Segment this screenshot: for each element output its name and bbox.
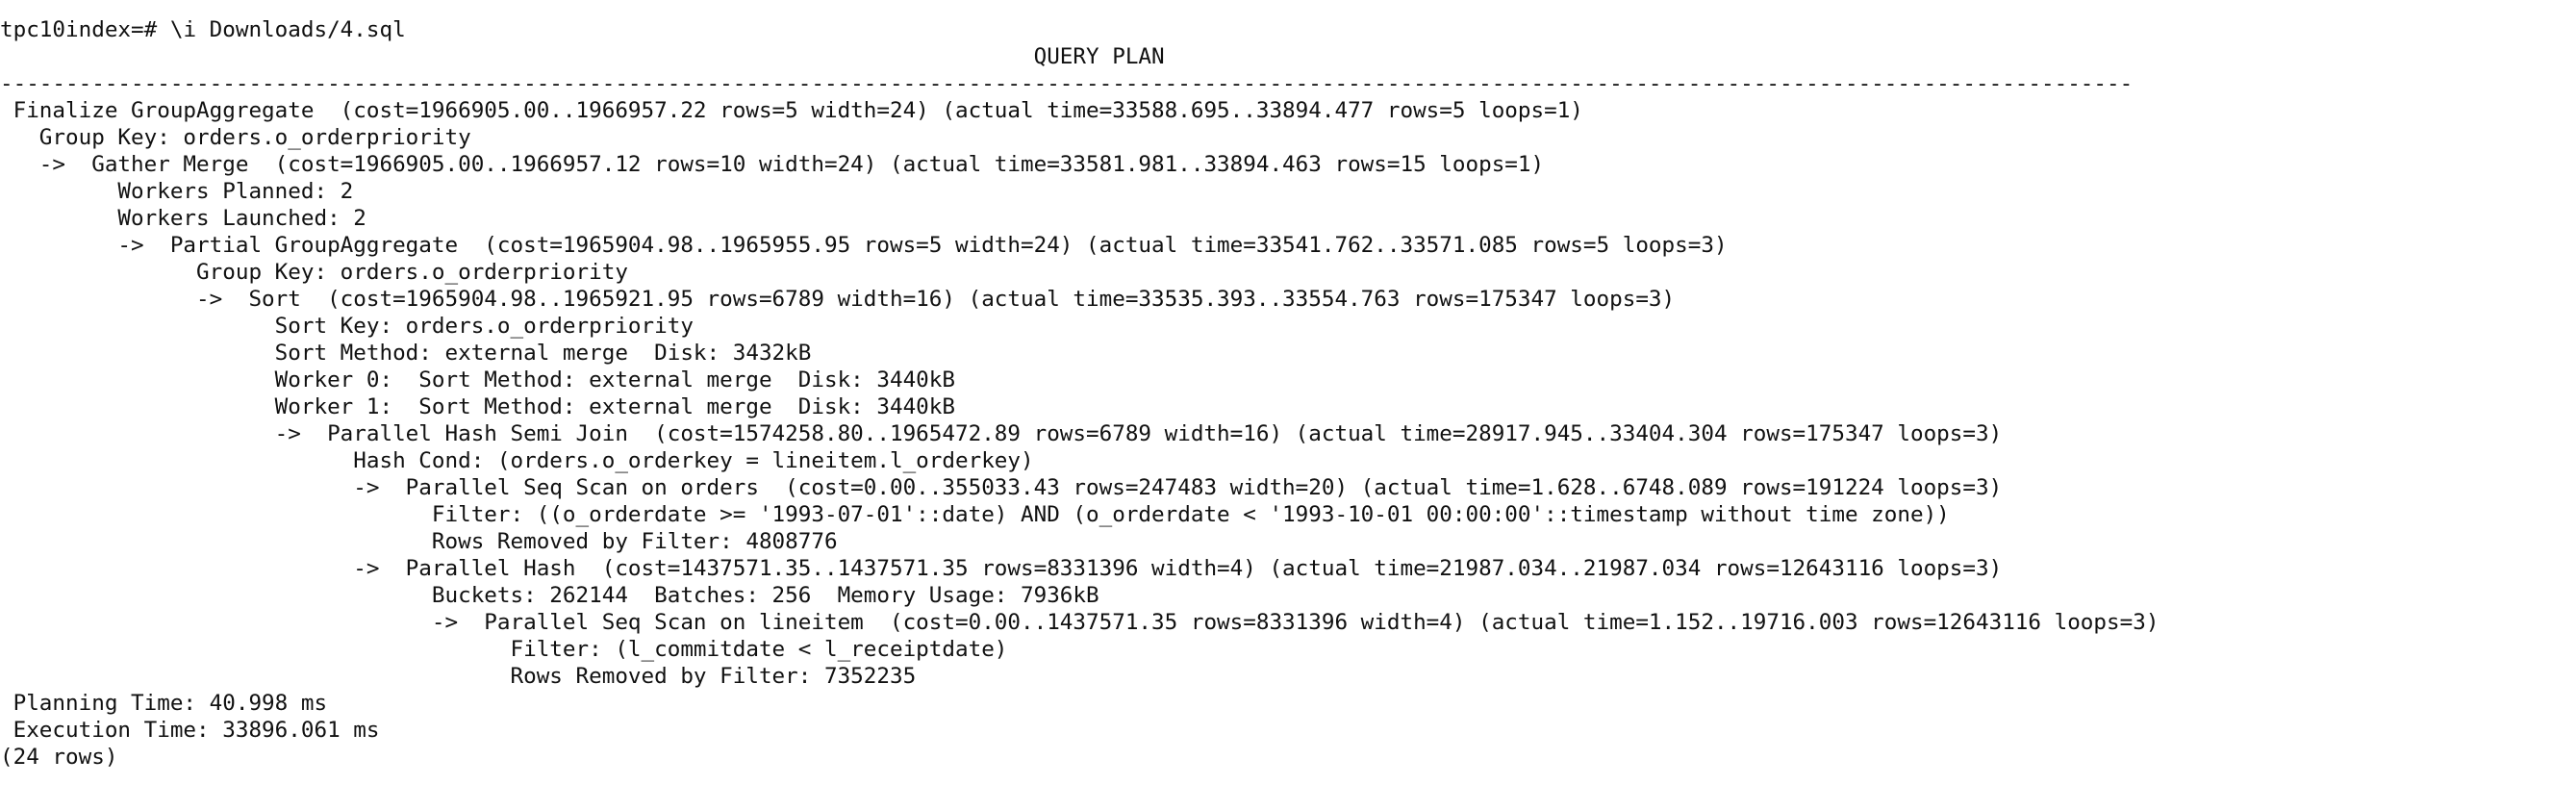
plan-line: Sort Key: orders.o_orderpriority [0,314,694,339]
plan-line: -> Parallel Hash (cost=1437571.35..14375… [0,556,2003,581]
plan-line: Filter: ((o_orderdate >= '1993-07-01'::d… [0,502,1950,527]
plan-line: -> Parallel Hash Semi Join (cost=1574258… [0,421,2003,446]
psql-prompt: tpc10index=# [0,17,170,42]
command-line: tpc10index=# \i Downloads/4.sql [0,16,2576,43]
planning-time: Planning Time: 40.998 ms [0,691,328,716]
plan-line: Rows Removed by Filter: 7352235 [0,664,917,689]
header-separator: ----------------------------------------… [0,71,2134,96]
plan-line: Hash Cond: (orders.o_orderkey = lineitem… [0,448,1034,473]
plan-line: Workers Planned: 2 [0,179,354,204]
plan-line: Buckets: 262144 Batches: 256 Memory Usag… [0,583,1099,608]
plan-line: -> Gather Merge (cost=1966905.00..196695… [0,152,1545,177]
plan-line: Worker 1: Sort Method: external merge Di… [0,394,955,419]
plan-line: -> Partial GroupAggregate (cost=1965904.… [0,233,1728,258]
plan-line: -> Parallel Seq Scan on orders (cost=0.0… [0,475,2003,500]
plan-line: Worker 0: Sort Method: external merge Di… [0,367,955,392]
plan-line: Finalize GroupAggregate (cost=1966905.00… [0,98,1583,123]
plan-line: Filter: (l_commitdate < l_receiptdate) [0,637,1008,662]
plan-line: Group Key: orders.o_orderpriority [0,260,628,285]
plan-line: Rows Removed by Filter: 4808776 [0,529,838,554]
terminal-output: tpc10index=# \i Downloads/4.sql QUERY PL… [0,16,2576,771]
execution-time: Execution Time: 33896.061 ms [0,718,380,743]
command-text: \i Downloads/4.sql [169,17,406,42]
plan-line: -> Sort (cost=1965904.98..1965921.95 row… [0,287,1676,312]
query-plan-header: QUERY PLAN [0,44,1165,69]
plan-line: Sort Method: external merge Disk: 3432kB [0,341,812,366]
plan-line: Group Key: orders.o_orderpriority [0,125,471,150]
row-count: (24 rows) [0,745,118,770]
plan-line: Workers Launched: 2 [0,206,366,231]
plan-line: -> Parallel Seq Scan on lineitem (cost=0… [0,610,2159,635]
